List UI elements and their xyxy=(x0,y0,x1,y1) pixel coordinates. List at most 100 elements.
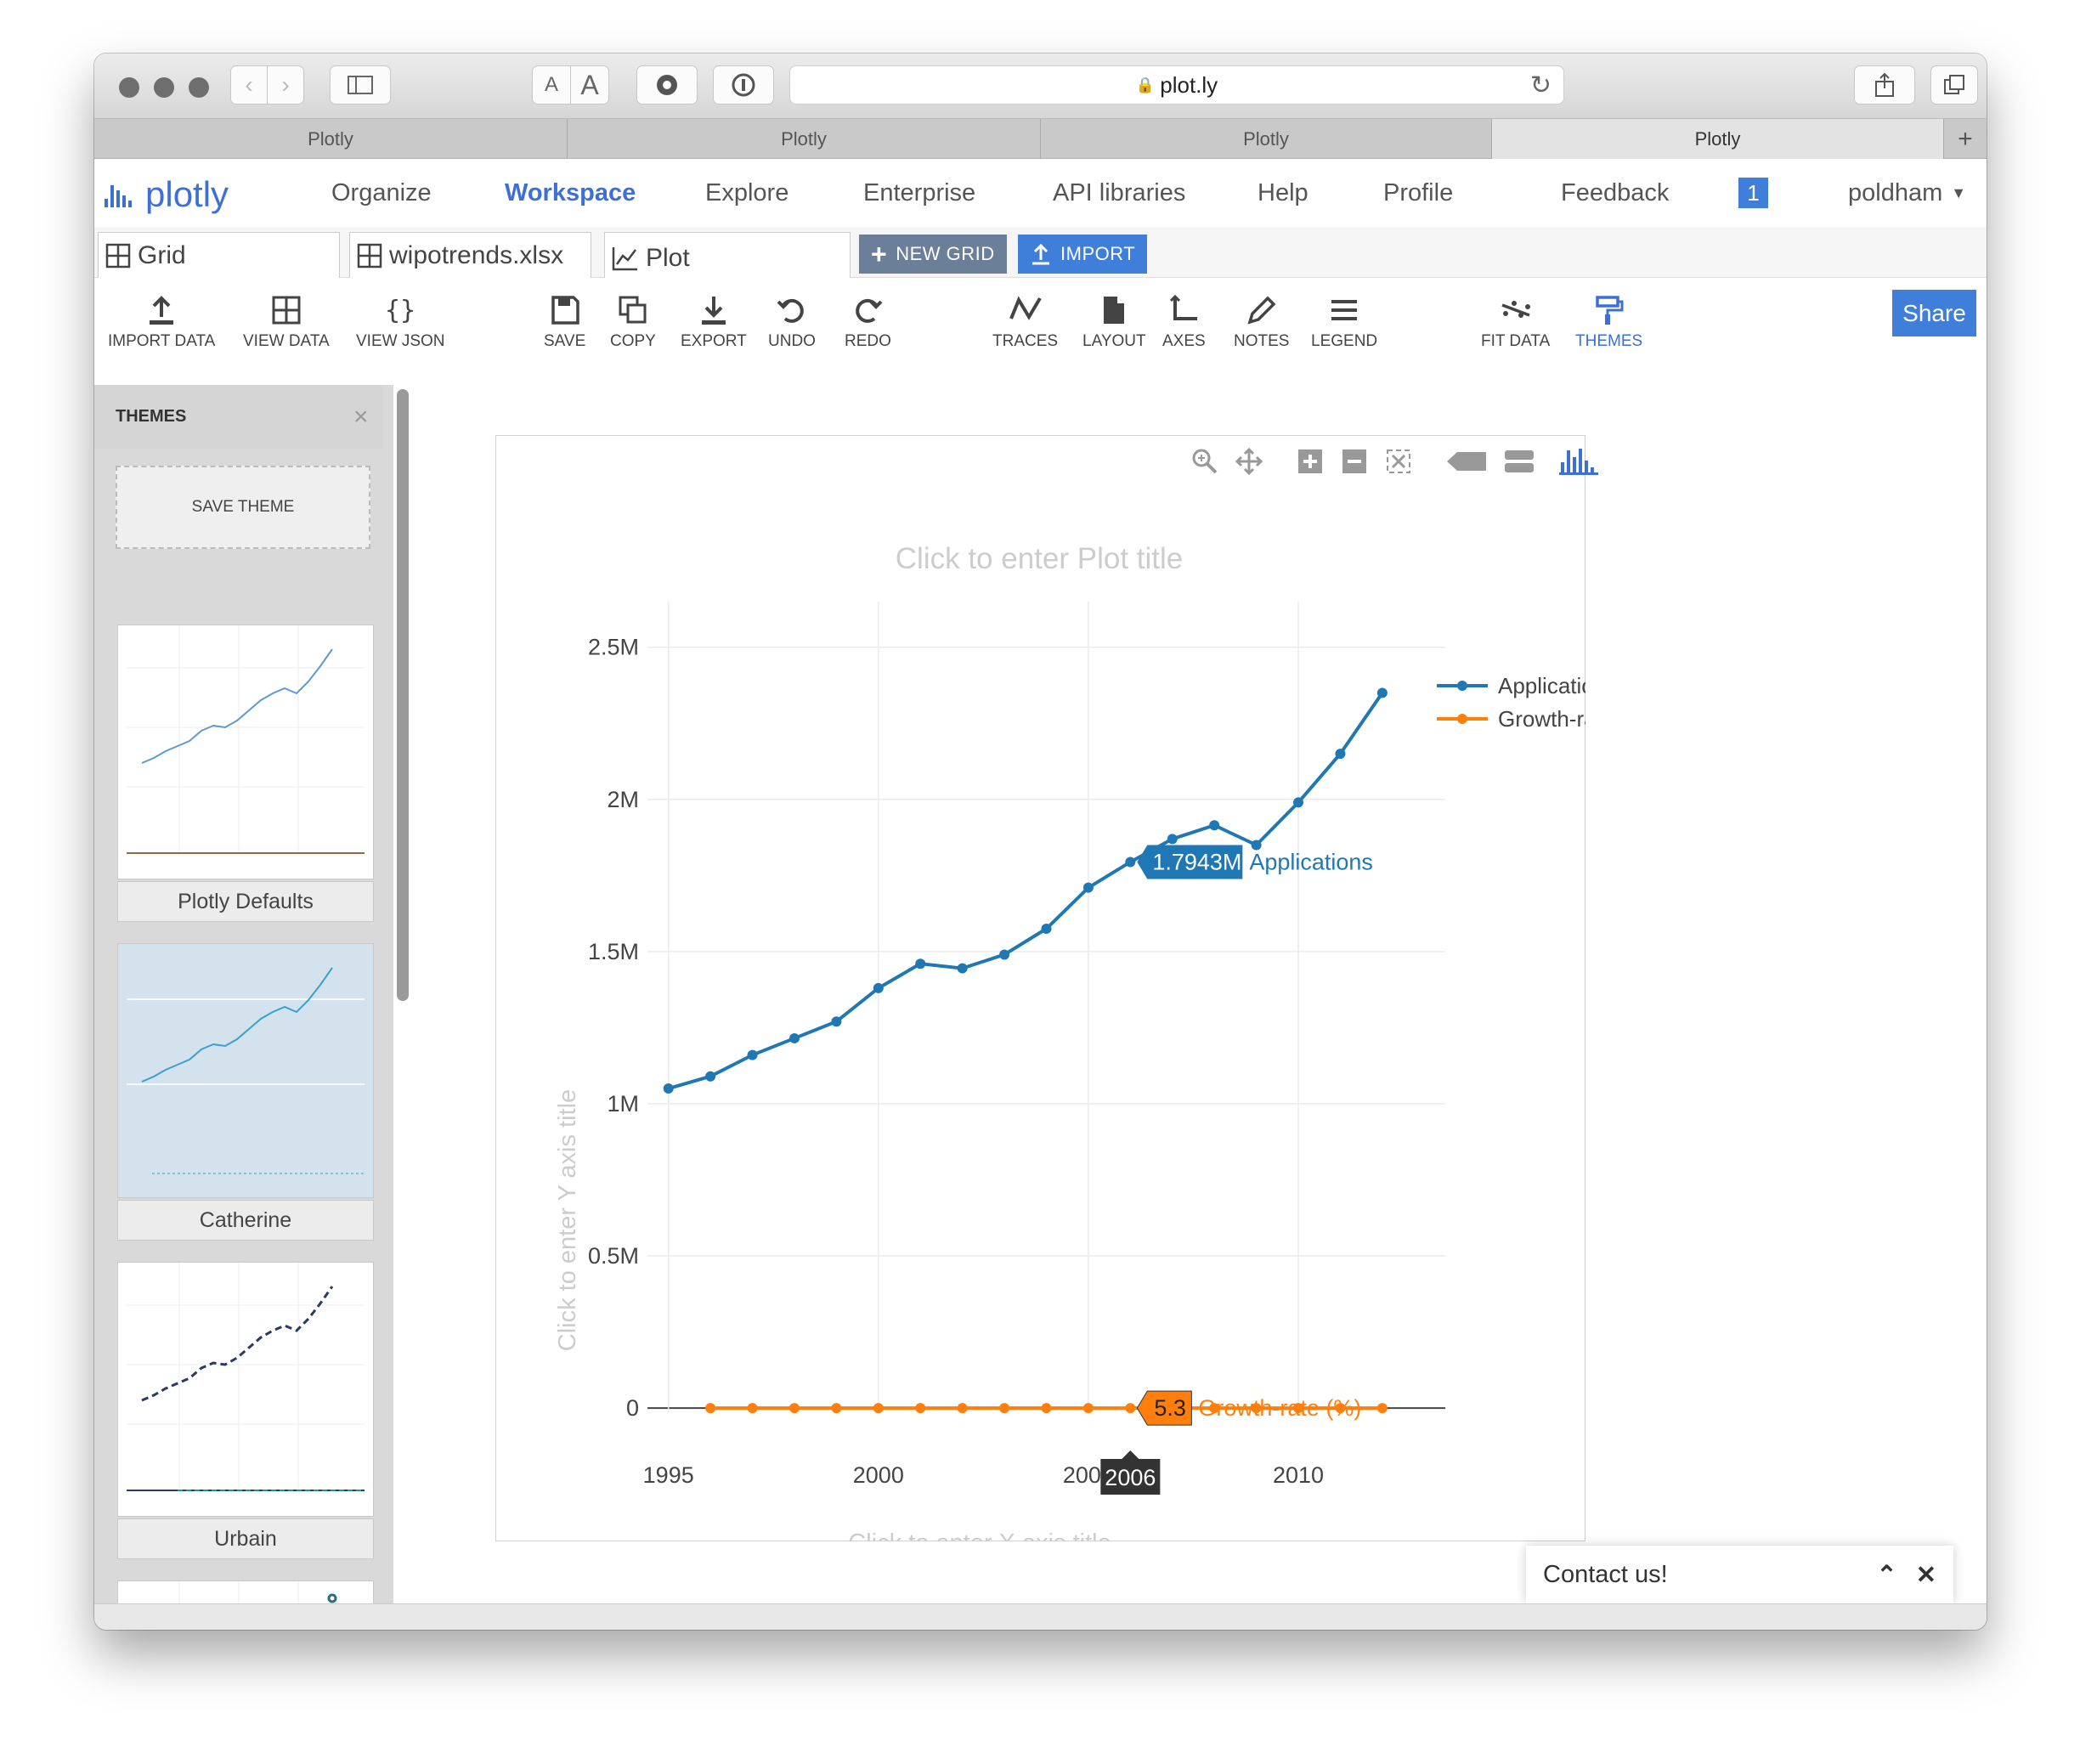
theme-preview-plotly-defaults[interactable] xyxy=(117,625,374,879)
data-point[interactable] xyxy=(1167,834,1178,845)
themes-panel: THEMES × SAVE THEME Plotly Defaults Cath… xyxy=(94,385,393,1630)
layout-button[interactable]: LAYOUT xyxy=(1082,293,1146,351)
data-point[interactable] xyxy=(1041,1403,1052,1414)
data-point[interactable] xyxy=(915,958,926,970)
data-point[interactable] xyxy=(1293,797,1304,808)
data-point[interactable] xyxy=(1125,857,1136,868)
data-point[interactable] xyxy=(957,963,968,974)
y-axis-title-placeholder[interactable]: Click to enter Y axis title xyxy=(554,1089,581,1351)
data-point[interactable] xyxy=(1082,1403,1094,1414)
import-button[interactable]: IMPORT xyxy=(1018,235,1148,274)
back-button[interactable]: ‹ xyxy=(230,65,268,105)
legend-button[interactable]: LEGEND xyxy=(1311,293,1377,351)
sidebar-toggle-button[interactable] xyxy=(330,65,391,105)
legend-item-label[interactable]: Growth-rate (%) xyxy=(1498,706,1585,732)
tabs-overview-button[interactable] xyxy=(1930,65,1978,105)
share-button[interactable]: Share xyxy=(1892,290,1976,336)
tab-plot[interactable]: Plot xyxy=(604,232,851,283)
text-larger-button[interactable]: A xyxy=(570,65,609,105)
close-icon[interactable]: × xyxy=(353,403,369,432)
browser-tab[interactable]: Plotly xyxy=(568,119,1041,159)
data-point[interactable] xyxy=(705,1403,716,1414)
view-data-button[interactable]: VIEW DATA xyxy=(243,293,330,351)
data-point[interactable] xyxy=(788,1403,800,1414)
zoom-window-button[interactable] xyxy=(189,77,209,98)
nav-enterprise[interactable]: Enterprise xyxy=(863,159,975,227)
data-point[interactable] xyxy=(747,1403,758,1414)
text-smaller-button[interactable]: A xyxy=(532,65,571,105)
new-grid-button[interactable]: + NEW GRID xyxy=(859,235,1007,274)
plot-legend[interactable]: Applications Growth-rate (%) xyxy=(1437,673,1585,732)
nav-profile[interactable]: Profile xyxy=(1383,159,1453,227)
data-point[interactable] xyxy=(1082,882,1094,893)
chevron-up-icon[interactable]: ⌃ xyxy=(1876,1560,1896,1590)
extension-button[interactable] xyxy=(636,65,698,105)
browser-tab-active[interactable]: Plotly xyxy=(1492,119,1944,159)
data-point[interactable] xyxy=(831,1403,842,1414)
theme-preview-catherine[interactable] xyxy=(117,943,374,1198)
traces-button[interactable]: TRACES xyxy=(992,293,1058,351)
import-data-button[interactable]: IMPORT DATA xyxy=(108,293,215,351)
editor-toolbar: IMPORT DATA VIEW DATA {} VIEW JSON SAVE … xyxy=(94,278,1987,378)
new-tab-button[interactable]: + xyxy=(1944,119,1987,159)
nav-organize[interactable]: Organize xyxy=(331,159,432,227)
theme-label[interactable]: Urbain xyxy=(117,1518,374,1559)
data-point[interactable] xyxy=(705,1071,716,1082)
undo-button[interactable]: UNDO xyxy=(768,293,816,351)
reload-icon[interactable]: ↻ xyxy=(1530,71,1552,100)
password-button[interactable] xyxy=(713,65,774,105)
user-menu[interactable]: poldham ▼ xyxy=(1848,159,1966,227)
notification-badge[interactable]: 1 xyxy=(1738,178,1768,208)
view-json-button[interactable]: {} VIEW JSON xyxy=(356,293,445,351)
data-point[interactable] xyxy=(1125,1403,1136,1414)
minimize-window-button[interactable] xyxy=(154,77,174,98)
tab-wipotrends[interactable]: wipotrends.xlsx xyxy=(349,232,591,278)
browser-tab[interactable]: Plotly xyxy=(94,119,568,159)
copy-button[interactable]: COPY xyxy=(610,293,656,351)
data-point[interactable] xyxy=(1335,749,1346,760)
theme-label[interactable]: Plotly Defaults xyxy=(117,881,374,922)
fit-data-button[interactable]: FIT DATA xyxy=(1481,293,1550,351)
themes-button[interactable]: THEMES xyxy=(1575,293,1642,351)
data-point[interactable] xyxy=(999,1403,1010,1414)
address-bar[interactable]: 🔒 plot.ly ↻ xyxy=(789,65,1564,105)
data-point[interactable] xyxy=(831,1016,842,1027)
save-button[interactable]: SAVE xyxy=(544,293,585,351)
axes-button[interactable]: AXES xyxy=(1162,293,1206,351)
contact-us-widget[interactable]: Contact us! ⌃ ✕ xyxy=(1526,1546,1953,1603)
sidebar-scrollbar[interactable] xyxy=(397,389,409,1001)
browser-tab[interactable]: Plotly xyxy=(1041,119,1492,159)
plot-title-placeholder[interactable]: Click to enter Plot title xyxy=(896,542,1183,575)
nav-workspace[interactable]: Workspace xyxy=(505,159,636,227)
data-point[interactable] xyxy=(1041,924,1052,935)
plotly-logo[interactable]: plotly xyxy=(103,174,229,215)
data-point[interactable] xyxy=(873,1403,884,1414)
redo-button[interactable]: REDO xyxy=(845,293,891,351)
data-point[interactable] xyxy=(1376,1403,1388,1414)
theme-preview-urbain[interactable] xyxy=(117,1262,374,1517)
nav-explore[interactable]: Explore xyxy=(705,159,788,227)
data-point[interactable] xyxy=(663,1083,674,1094)
data-point[interactable] xyxy=(873,982,884,993)
data-point[interactable] xyxy=(957,1403,968,1414)
theme-label[interactable]: Catherine xyxy=(117,1200,374,1241)
tab-grid[interactable]: Grid xyxy=(98,232,340,278)
data-point[interactable] xyxy=(999,949,1010,960)
share-browser-button[interactable] xyxy=(1854,65,1915,105)
notes-button[interactable]: NOTES xyxy=(1234,293,1289,351)
data-point[interactable] xyxy=(788,1032,800,1043)
data-point[interactable] xyxy=(747,1049,758,1060)
data-point[interactable] xyxy=(1209,820,1220,831)
close-icon[interactable]: ✕ xyxy=(1916,1560,1936,1590)
export-button[interactable]: EXPORT xyxy=(681,293,747,351)
nav-help[interactable]: Help xyxy=(1258,159,1308,227)
legend-item-label[interactable]: Applications xyxy=(1498,673,1585,698)
x-axis-title-placeholder[interactable]: Click to enter X axis title xyxy=(848,1529,1111,1541)
close-window-button[interactable] xyxy=(119,77,139,98)
data-point[interactable] xyxy=(915,1403,926,1414)
save-theme-button[interactable]: SAVE THEME xyxy=(116,466,370,549)
data-point[interactable] xyxy=(1376,687,1388,698)
nav-feedback[interactable]: Feedback xyxy=(1561,159,1669,227)
nav-api-libraries[interactable]: API libraries xyxy=(1053,159,1185,227)
forward-button[interactable]: › xyxy=(267,65,304,105)
